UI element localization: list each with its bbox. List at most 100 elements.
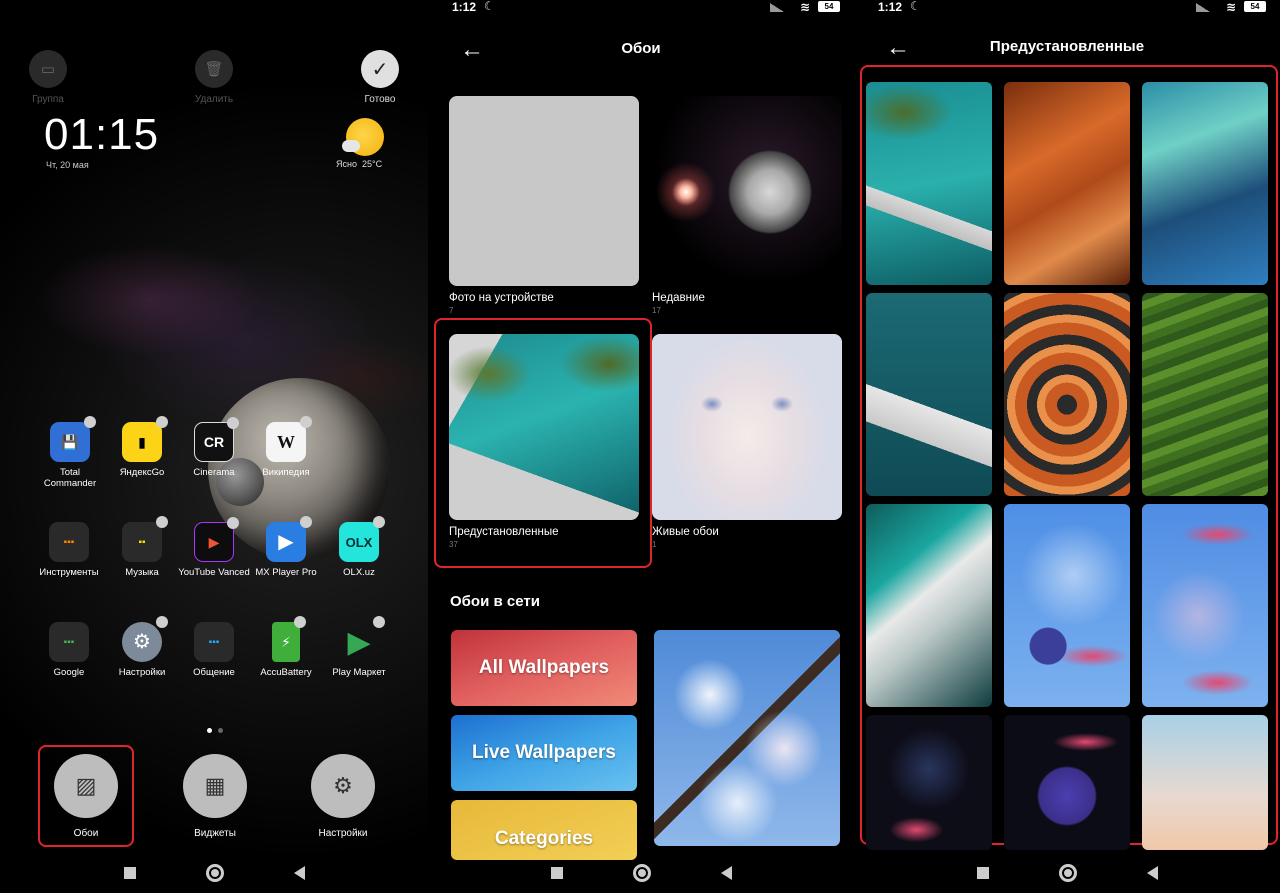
app-youtube-vanced[interactable]: ▶ YouTube Vanced — [178, 517, 250, 578]
categories-banner[interactable]: Categories — [451, 800, 637, 860]
wallpaper-thumbnail[interactable] — [1004, 504, 1130, 707]
app-settings[interactable]: ⚙ Настройки — [106, 616, 178, 678]
app-label: Википедия — [262, 467, 310, 478]
home-button[interactable] — [1058, 864, 1077, 882]
google-folder-icon: ▪▪▪ — [49, 622, 89, 662]
status-bar: 1:12 ☾ ≋ 54 — [854, 0, 1280, 18]
app-cinerama[interactable]: CR Cinerama — [178, 417, 250, 478]
wallpaper-thumbnail[interactable] — [866, 293, 992, 496]
battery-icon: ⚡ — [272, 616, 306, 662]
play-store-icon: ▶ — [339, 616, 385, 662]
folder-tools[interactable]: ▪▪▪ Инструменты — [33, 522, 105, 578]
select-dot — [227, 417, 239, 429]
app-accubattery[interactable]: ⚡ AccuBattery — [250, 616, 322, 678]
app-label: Cinerama — [193, 467, 235, 478]
app-label: Total Commander — [43, 467, 97, 489]
wallpaper-thumbnail[interactable] — [1004, 715, 1130, 850]
settings-option-button[interactable]: ⚙ Настройки — [303, 754, 383, 839]
all-wallpapers-banner[interactable]: All Wallpapers — [451, 630, 637, 706]
yandexgo-icon: ▮ — [122, 416, 168, 462]
header: ← Обои — [428, 36, 854, 64]
youtube-vanced-icon: ▶ — [194, 517, 239, 562]
wallpaper-thumbnail[interactable] — [1142, 293, 1268, 496]
back-button[interactable] — [293, 866, 305, 880]
signal-icon — [1196, 3, 1210, 12]
tile-label: Фото на устройстве — [449, 292, 554, 304]
widgets-option-label: Виджеты — [194, 828, 236, 839]
gear-icon: ⚙ — [122, 616, 168, 662]
app-label: Play Маркет — [332, 667, 386, 678]
select-dot — [300, 416, 312, 428]
widgets-option-button[interactable]: ▦ Виджеты — [175, 754, 255, 839]
tile-device-photos[interactable]: Фото на устройстве 7 — [449, 96, 639, 315]
wallpaper-thumbnail[interactable] — [866, 715, 992, 850]
app-yandexgo[interactable]: ▮ ЯндексGo — [106, 416, 178, 478]
select-dot — [156, 516, 168, 528]
wallpapers-screen: 1:12 ☾ ≋ 54 ← Обои Фото на устройстве 7 … — [428, 0, 854, 893]
nav-bar — [428, 853, 854, 893]
page-title: Предустановленные — [989, 38, 1145, 55]
status-time: 1:12 — [452, 0, 477, 14]
wallpaper-thumbnail[interactable] — [866, 504, 992, 707]
done-label: Готово — [364, 94, 396, 105]
app-label: YouTube Vanced — [178, 567, 250, 578]
wifi-icon: ≋ — [1225, 0, 1236, 14]
play-icon: ▶ — [266, 516, 312, 562]
folder-communication[interactable]: ▪▪▪ Общение — [178, 622, 250, 678]
wallpaper-thumbnail[interactable] — [1142, 82, 1268, 285]
group-tool-label: Группа — [32, 94, 64, 105]
home-button[interactable] — [632, 864, 651, 882]
dnd-moon-icon: ☾ — [910, 0, 921, 13]
done-button[interactable]: ✓ Готово — [350, 50, 410, 105]
select-dot — [84, 416, 96, 428]
tools-folder-icon: ▪▪▪ — [49, 522, 89, 562]
wikipedia-icon: W — [266, 416, 312, 462]
app-mx-player[interactable]: ▶ MX Player Pro — [250, 516, 322, 578]
app-olx[interactable]: OLX OLX.uz — [323, 516, 395, 578]
back-button[interactable] — [720, 866, 732, 880]
app-label: ЯндексGo — [119, 467, 165, 478]
featured-wallpaper[interactable] — [654, 630, 840, 846]
app-wikipedia[interactable]: W Википедия — [250, 416, 322, 478]
weather-temp: 25°C — [362, 159, 383, 169]
select-dot — [156, 616, 168, 628]
cinerama-icon: CR — [194, 417, 239, 462]
select-dot — [373, 616, 385, 628]
tile-live-wallpapers[interactable]: Живые обои 1 — [652, 334, 842, 549]
live-wallpapers-banner[interactable]: Live Wallpapers — [451, 715, 637, 791]
home-button[interactable] — [205, 864, 224, 882]
header: ← Предустановленные — [854, 34, 1280, 62]
recents-button[interactable] — [976, 867, 989, 879]
recents-button[interactable] — [550, 867, 563, 879]
signal-icon — [770, 3, 784, 12]
highlight-box — [38, 745, 134, 847]
back-button[interactable] — [1146, 866, 1158, 880]
group-tool-button[interactable]: ▭ Группа — [18, 50, 78, 105]
wallpaper-thumbnail[interactable] — [1004, 82, 1130, 285]
app-label: MX Player Pro — [255, 567, 317, 578]
wallpaper-thumbnail[interactable] — [1142, 504, 1268, 707]
folder-icon: ▭ — [29, 50, 67, 88]
app-total-commander[interactable]: 💾 Total Commander — [34, 416, 106, 489]
app-play-market[interactable]: ▶ Play Маркет — [323, 616, 395, 678]
delete-tool-button[interactable]: 🗑 Удалить — [184, 50, 244, 105]
select-dot — [300, 516, 312, 528]
app-label: OLX.uz — [343, 567, 375, 578]
highlight-box — [434, 318, 652, 568]
floppy-icon: 💾 — [50, 416, 96, 462]
folder-music[interactable]: ▪▪ Музыка — [106, 516, 178, 578]
tile-recent[interactable]: Недавние 17 — [652, 96, 842, 315]
recents-button[interactable] — [123, 867, 136, 879]
folder-google[interactable]: ▪▪▪ Google — [33, 622, 105, 678]
tile-count: 17 — [652, 306, 661, 315]
battery-icon: 54 — [818, 1, 840, 12]
gear-icon: ⚙ — [311, 754, 375, 818]
weather-text: Ясно 25°C — [336, 159, 382, 169]
wallpaper-thumbnail[interactable] — [1142, 715, 1268, 850]
app-label: Настройки — [118, 667, 166, 678]
clock-widget[interactable]: 01:15 — [44, 110, 159, 160]
wallpaper-thumbnail[interactable] — [1004, 293, 1130, 496]
app-label: Google — [53, 667, 85, 678]
wallpaper-thumbnail[interactable] — [866, 82, 992, 285]
page-indicator — [204, 720, 226, 738]
